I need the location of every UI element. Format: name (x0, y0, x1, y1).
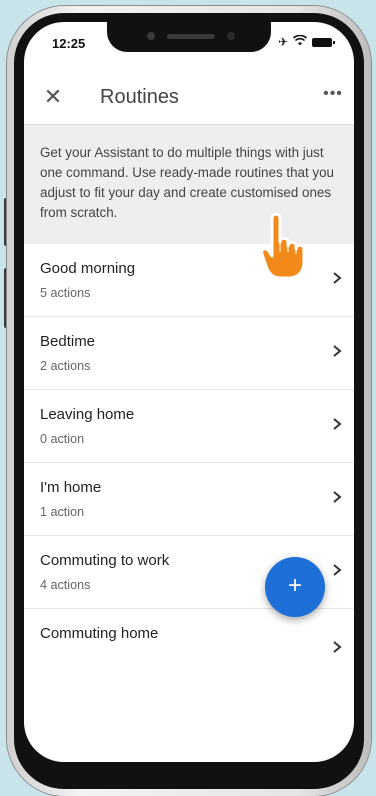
routine-name: Commuting to work (40, 552, 170, 569)
routine-row-commuting-home[interactable]: Commuting home (24, 609, 354, 682)
routine-action-count: 1 action (40, 505, 85, 519)
wifi-icon (292, 34, 308, 50)
close-icon[interactable]: ✕ (38, 82, 68, 112)
routine-name: Bedtime (40, 333, 96, 350)
page-title: Routines (100, 86, 179, 108)
chevron-right-icon (330, 343, 344, 359)
app-bar: ✕ Routines ••• (24, 74, 354, 122)
routines-list: Good morning 5 actions Bedtime 2 actions… (24, 244, 354, 682)
routine-row-im-home[interactable]: I'm home 1 action (24, 463, 354, 536)
battery-icon (312, 37, 335, 47)
routine-action-count: 5 actions (40, 286, 91, 300)
status-icons: ✈ (277, 34, 335, 50)
routine-name: Commuting home (40, 625, 159, 642)
routine-row-bedtime[interactable]: Bedtime 2 actions (24, 317, 354, 390)
chevron-right-icon (330, 489, 344, 505)
routine-row-leaving-home[interactable]: Leaving home 0 action (24, 390, 354, 463)
routine-action-count: 0 action (40, 432, 85, 446)
notch (107, 22, 271, 52)
sensor (227, 32, 235, 40)
add-routine-button[interactable]: + (265, 557, 325, 617)
routine-action-count: 2 actions (40, 359, 91, 373)
routine-action-count: 4 actions (40, 578, 91, 592)
more-options-icon[interactable]: ••• (318, 82, 348, 112)
status-time: 12:25 (52, 36, 86, 51)
chevron-right-icon (330, 270, 344, 286)
airplane-icon: ✈ (277, 35, 288, 49)
phone-screen: 12:25 ✈ ✕ Routines ••• Get your Assistan… (24, 22, 354, 762)
chevron-right-icon (330, 562, 344, 578)
routine-name: I'm home (40, 479, 102, 496)
pointing-hand-icon (258, 212, 324, 282)
routine-name: Leaving home (40, 406, 135, 423)
earpiece-speaker (167, 34, 215, 39)
chevron-right-icon (330, 416, 344, 432)
routine-name: Good morning (40, 260, 136, 277)
chevron-right-icon (330, 639, 344, 655)
front-camera (147, 32, 155, 40)
